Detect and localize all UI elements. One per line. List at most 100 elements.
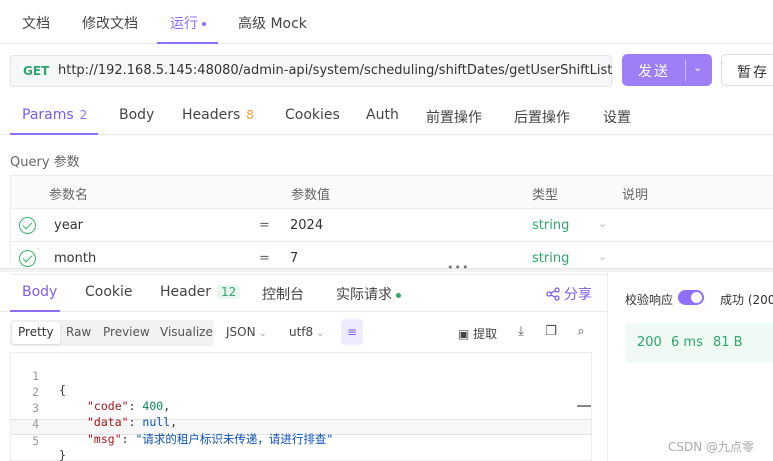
response-summary-panel: 校验响应 成功 (200) 200 6 ms 81 B [607,272,773,461]
code-text: } [59,448,66,461]
chevron-down-icon[interactable]: ⌄ [598,250,607,263]
format-raw[interactable]: Raw [66,325,91,339]
header-count-badge: 12 [216,285,241,299]
line-number: 5 [32,434,39,448]
tab-params[interactable]: Params 2 [22,107,87,123]
search-icon[interactable]: ⌕ [573,324,589,340]
tab-response-header[interactable]: Header 12 [160,284,241,300]
encoding-select[interactable]: utf8 ⌄ [289,325,325,339]
tab-console[interactable]: 控制台 [262,284,304,304]
watermark: CSDN @九点零 [668,440,755,454]
param-type[interactable]: string [532,218,569,233]
col-value: 参数值 [291,188,331,203]
response-size: 81 B [713,335,743,350]
check-circle-icon[interactable] [19,217,36,234]
tab-post-actions[interactable]: 后置操作 [514,107,570,127]
code-line: 2 "code": 400, [11,371,591,413]
active-tab-underline [10,310,60,312]
save-label: 暂存 [737,65,769,81]
tab-pre-actions[interactable]: 前置操作 [426,107,482,127]
download-icon[interactable]: ⤓ [513,324,529,340]
tab-run[interactable]: 运行 [170,13,206,33]
status-dot [396,292,401,298]
tab-edit-docs[interactable]: 修改文档 [82,13,138,33]
extract-icon: ▣ [458,327,470,341]
send-button[interactable]: 发送 ⌄ [622,54,712,86]
active-tab-underline [10,133,98,135]
send-label: 发送 [638,64,670,80]
url-input[interactable]: http://192.168.5.145:48080/admin-api/sys… [58,63,612,78]
scroll-indicator[interactable] [577,405,591,407]
chevron-down-icon: ⌄ [258,328,267,339]
extract-button[interactable]: ▣ 提取 [458,325,497,342]
http-method[interactable]: GET [23,64,49,78]
extract-label: 提取 [473,327,498,341]
params-count-badge: 2 [79,108,88,122]
tab-body[interactable]: Body [119,107,154,123]
verify-response-label: 校验响应 [625,293,674,307]
format-visualize[interactable]: Visualize [160,325,213,339]
tab-response-header-label: Header [160,284,211,300]
save-button[interactable]: 暂存 [721,54,773,86]
send-divider [685,59,686,81]
run-indicator-dot [202,22,206,26]
chevron-down-icon: ⌄ [316,328,325,339]
format-pretty[interactable]: Pretty [12,322,60,344]
format-preview[interactable]: Preview [103,325,150,339]
tab-auth[interactable]: Auth [366,107,399,123]
tab-advanced-mock[interactable]: 高级 Mock [238,13,307,33]
status-code: 200 [637,335,662,350]
col-name: 参数名 [49,188,89,203]
code-line: 1 { [11,355,591,397]
response-time: 6 ms [671,335,703,350]
response-tab-bar: Body Cookie Header 12 控制台 实际请求 分享 [0,272,607,312]
copy-icon[interactable]: ❐ [543,324,559,340]
query-params-title: Query 参数 [10,155,80,170]
table-row: year = 2024 string ⌄ [11,209,773,242]
request-tab-bar: Params 2 Body Headers 8 Cookies Auth 前置操作 … [0,96,773,135]
tab-run-label: 运行 [170,16,198,32]
tab-cookies[interactable]: Cookies [285,107,340,123]
tab-headers[interactable]: Headers 8 [182,107,254,123]
headers-count-badge: 8 [246,108,254,122]
param-name[interactable]: month [54,251,96,266]
format-select-value: JSON [226,325,256,339]
verify-toggle[interactable] [678,290,704,305]
chevron-down-icon[interactable]: ⌄ [693,61,702,74]
param-value[interactable]: 7 [290,251,298,266]
tab-response-cookie[interactable]: Cookie [85,284,133,300]
param-value[interactable]: 2024 [290,218,323,233]
code-line: 5 } [11,420,591,461]
param-name[interactable]: year [54,218,83,233]
wrap-lines-icon[interactable]: ≡ [341,319,363,345]
share-label: 分享 [564,287,592,303]
params-table: 参数名 参数值 类型 说明 year = 2024 string ⌄ month… [10,175,773,275]
active-tab-underline [157,42,218,44]
params-table-header: 参数名 参数值 类型 说明 [11,176,773,209]
tab-actual-request[interactable]: 实际请求 [336,284,401,304]
response-stats: 200 6 ms 81 B [625,323,773,363]
share-icon [546,287,560,301]
share-button[interactable]: 分享 [546,284,592,304]
format-switcher: Pretty Raw Preview Visualize [10,320,214,346]
top-tab-bar: 文档 修改文档 运行 高级 Mock [0,0,773,44]
col-type: 类型 [532,188,559,203]
tab-settings[interactable]: 设置 [603,107,631,127]
tab-actual-request-label: 实际请求 [336,287,392,303]
equals-sign: = [259,251,270,266]
response-body-viewer[interactable]: 1 { 2 "code": 400, 3 "data": null, 4 "ms… [10,352,592,461]
param-type[interactable]: string [532,251,569,266]
tab-docs[interactable]: 文档 [22,13,50,33]
equals-sign: = [259,218,270,233]
url-bar[interactable]: GET http://192.168.5.145:48080/admin-api… [10,55,612,87]
code-line: 3 "data": null, [11,387,591,429]
format-select[interactable]: JSON ⌄ [226,325,267,339]
success-status: 成功 (200) [720,293,773,307]
col-desc: 说明 [622,188,649,203]
chevron-down-icon[interactable]: ⌄ [598,217,607,230]
tab-headers-label: Headers [182,107,241,123]
tab-response-body[interactable]: Body [22,284,57,300]
check-circle-icon[interactable] [19,250,36,267]
encoding-select-value: utf8 [289,325,314,339]
tab-params-label: Params [22,107,74,123]
